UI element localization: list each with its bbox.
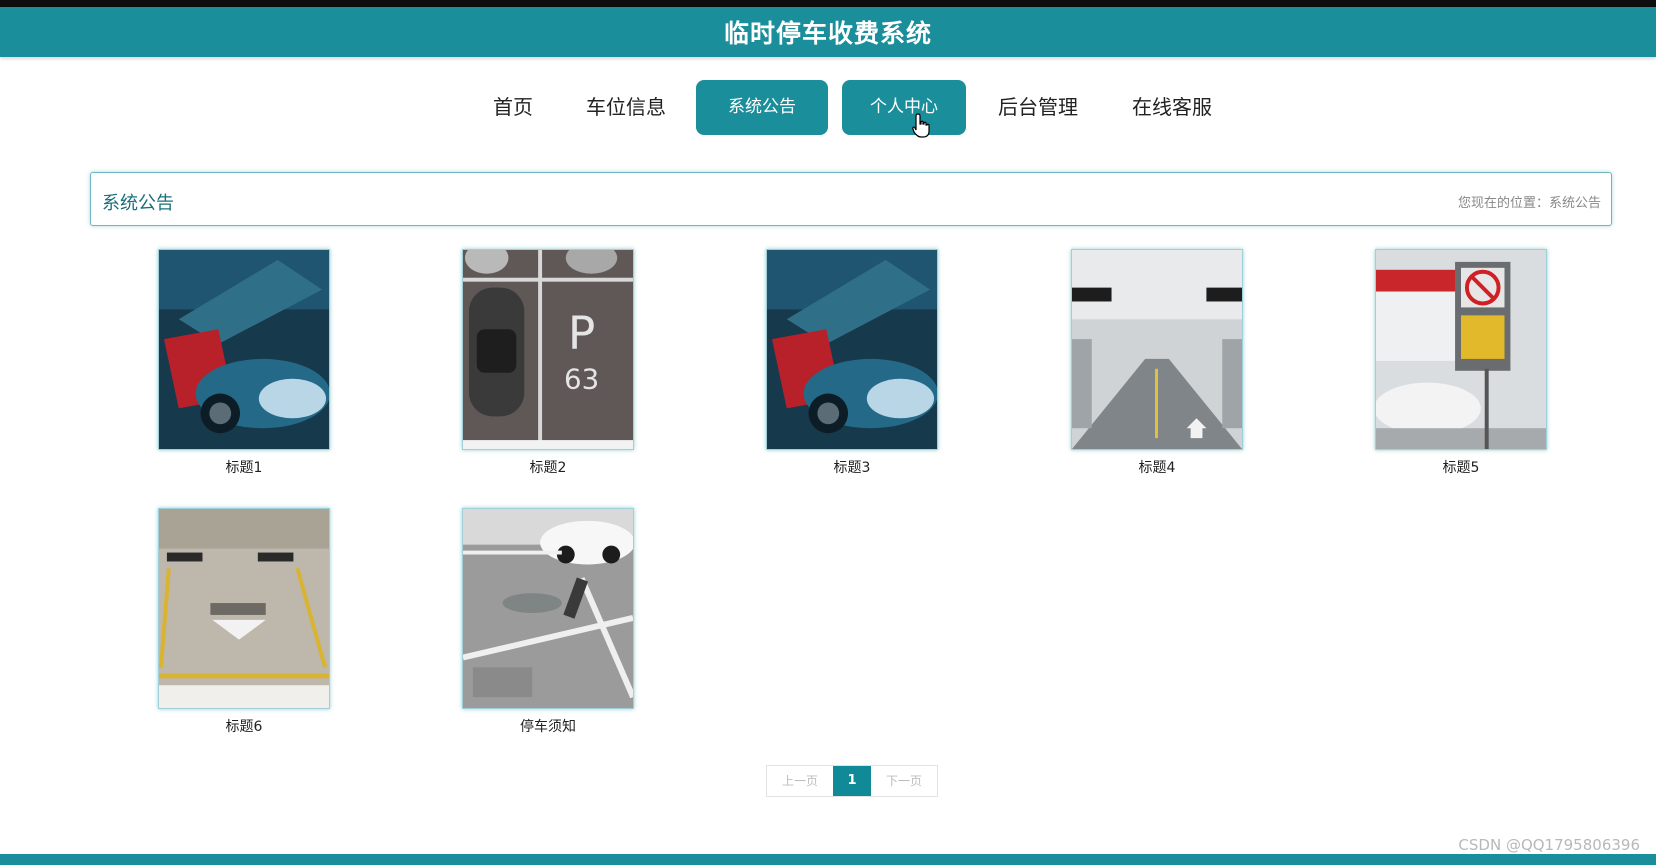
card-image-parking-lock-space[interactable]	[462, 508, 634, 709]
announcement-card[interactable]: 标题3	[766, 249, 938, 477]
pagination: 上一页 1 下一页	[766, 765, 938, 797]
card-image-parking-lot-p63[interactable]: P 63	[462, 249, 634, 450]
watermark-text: CSDN @QQ1795806396	[1458, 836, 1640, 854]
svg-text:63: 63	[564, 363, 599, 396]
nav-online-service[interactable]: 在线客服	[1122, 80, 1222, 135]
card-image-underground-garage[interactable]	[1071, 249, 1243, 450]
announcement-card[interactable]: P 63 标题2	[462, 249, 634, 477]
nav-parking-info[interactable]: 车位信息	[576, 80, 676, 135]
panel-title: 系统公告	[102, 193, 174, 214]
card-caption[interactable]: 标题6	[158, 716, 330, 736]
announcement-card[interactable]: 标题5	[1375, 249, 1547, 477]
svg-text:P: P	[568, 307, 595, 360]
card-caption[interactable]: 标题4	[1071, 457, 1243, 477]
nav-announcements[interactable]: 系统公告	[696, 80, 828, 135]
card-caption[interactable]: 标题1	[158, 457, 330, 477]
site-header: 临时停车收费系统	[0, 7, 1656, 57]
announcement-card[interactable]: 标题6	[158, 508, 330, 736]
card-image-blue-sports-car[interactable]	[158, 249, 330, 450]
card-image-blue-sports-car[interactable]	[766, 249, 938, 450]
page-1-button[interactable]: 1	[833, 766, 871, 796]
announcement-card[interactable]: 标题1	[158, 249, 330, 477]
prev-page-button[interactable]: 上一页	[767, 766, 833, 796]
nav-personal-center[interactable]: 个人中心	[842, 80, 966, 135]
card-caption[interactable]: 标题5	[1375, 457, 1547, 477]
top-strip	[0, 0, 1656, 7]
footer-bar	[0, 854, 1656, 865]
card-caption[interactable]: 标题3	[766, 457, 938, 477]
site-title: 临时停车收费系统	[723, 19, 932, 48]
breadcrumb: 您现在的位置：系统公告	[1457, 196, 1601, 211]
next-page-button[interactable]: 下一页	[871, 766, 937, 796]
announcement-card[interactable]: 停车须知	[462, 508, 634, 736]
announcement-header-panel: 系统公告 您现在的位置：系统公告	[90, 172, 1612, 226]
announcement-card[interactable]: 标题4	[1071, 249, 1243, 477]
card-image-parking-space-marking[interactable]	[158, 508, 330, 709]
nav-admin[interactable]: 后台管理	[986, 80, 1090, 135]
card-image-no-parking-sign[interactable]	[1375, 249, 1547, 450]
nav-home[interactable]: 首页	[482, 80, 544, 135]
card-caption[interactable]: 停车须知	[462, 716, 634, 736]
main-nav: 首页 车位信息 系统公告 个人中心 后台管理 在线客服	[0, 80, 1656, 135]
card-caption[interactable]: 标题2	[462, 457, 634, 477]
hand-cursor-icon	[912, 113, 930, 138]
